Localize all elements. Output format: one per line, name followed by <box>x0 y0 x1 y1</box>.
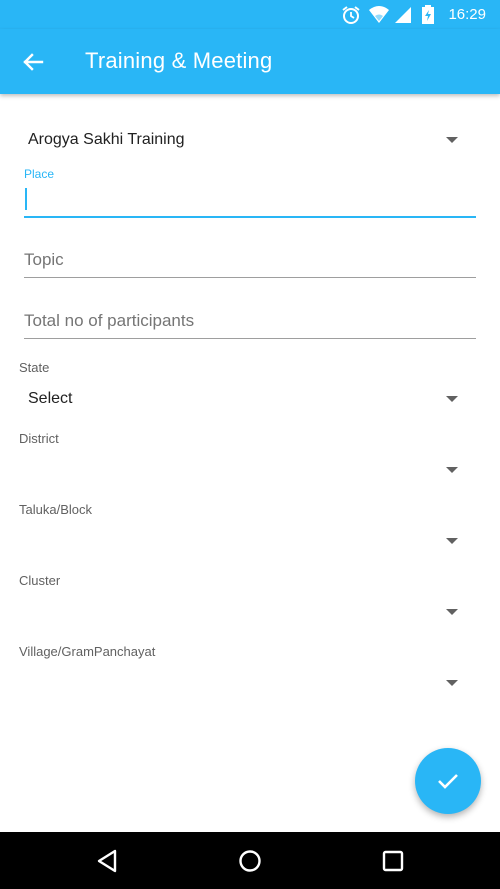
participants-underline <box>24 338 476 339</box>
cluster-dropdown[interactable] <box>24 594 476 630</box>
participants-input[interactable]: Total no of participants <box>24 303 476 339</box>
home-circle-icon <box>239 850 261 872</box>
training-meeting-form: Arogya Sakhi Training Place Topic Total … <box>0 94 500 832</box>
training-type-dropdown[interactable]: Arogya Sakhi Training <box>24 122 476 158</box>
village-dropdown[interactable] <box>24 665 476 701</box>
state-value: Select <box>28 390 73 407</box>
dropdown-arrow-icon <box>446 609 458 615</box>
check-icon <box>438 774 458 789</box>
district-label: District <box>19 431 59 446</box>
page-title: Training & Meeting <box>85 48 273 73</box>
text-cursor <box>25 188 27 210</box>
arrow-back-icon <box>23 53 44 71</box>
status-time: 16:29 <box>448 6 486 23</box>
dropdown-arrow-icon <box>446 396 458 402</box>
nav-recents-button[interactable] <box>376 844 410 878</box>
dropdown-arrow-icon <box>446 467 458 473</box>
wifi-icon <box>368 5 390 25</box>
taluka-label: Taluka/Block <box>19 502 92 517</box>
status-icons: 16:29 <box>340 5 486 25</box>
system-nav-bar <box>0 832 500 889</box>
signal-icon <box>394 5 412 25</box>
back-button[interactable] <box>18 47 48 77</box>
status-bar: 16:29 <box>0 0 500 29</box>
back-triangle-icon <box>97 849 117 873</box>
nav-home-button[interactable] <box>233 844 267 878</box>
battery-charging-icon <box>422 5 435 25</box>
cluster-label: Cluster <box>19 573 61 588</box>
topic-placeholder: Topic <box>24 250 64 269</box>
dropdown-arrow-icon <box>446 680 458 686</box>
village-label: Village/GramPanchayat <box>19 644 156 659</box>
place-underline <box>24 216 476 218</box>
state-label: State <box>19 360 50 375</box>
taluka-dropdown[interactable] <box>24 523 476 559</box>
alarm-icon <box>340 5 362 25</box>
training-type-value: Arogya Sakhi Training <box>28 131 185 148</box>
dropdown-arrow-icon <box>446 137 458 143</box>
dropdown-arrow-icon <box>446 538 458 544</box>
submit-fab-button[interactable] <box>415 748 481 814</box>
place-input[interactable] <box>24 182 476 218</box>
topic-input[interactable]: Topic <box>24 242 476 278</box>
state-dropdown[interactable]: Select <box>24 381 476 417</box>
nav-back-button[interactable] <box>90 844 124 878</box>
district-dropdown[interactable] <box>24 452 476 488</box>
participants-placeholder: Total no of participants <box>24 311 195 330</box>
place-label: Place <box>24 167 55 181</box>
topic-underline <box>24 277 476 278</box>
recents-square-icon <box>382 850 404 872</box>
app-bar: Training & Meeting <box>0 29 500 94</box>
